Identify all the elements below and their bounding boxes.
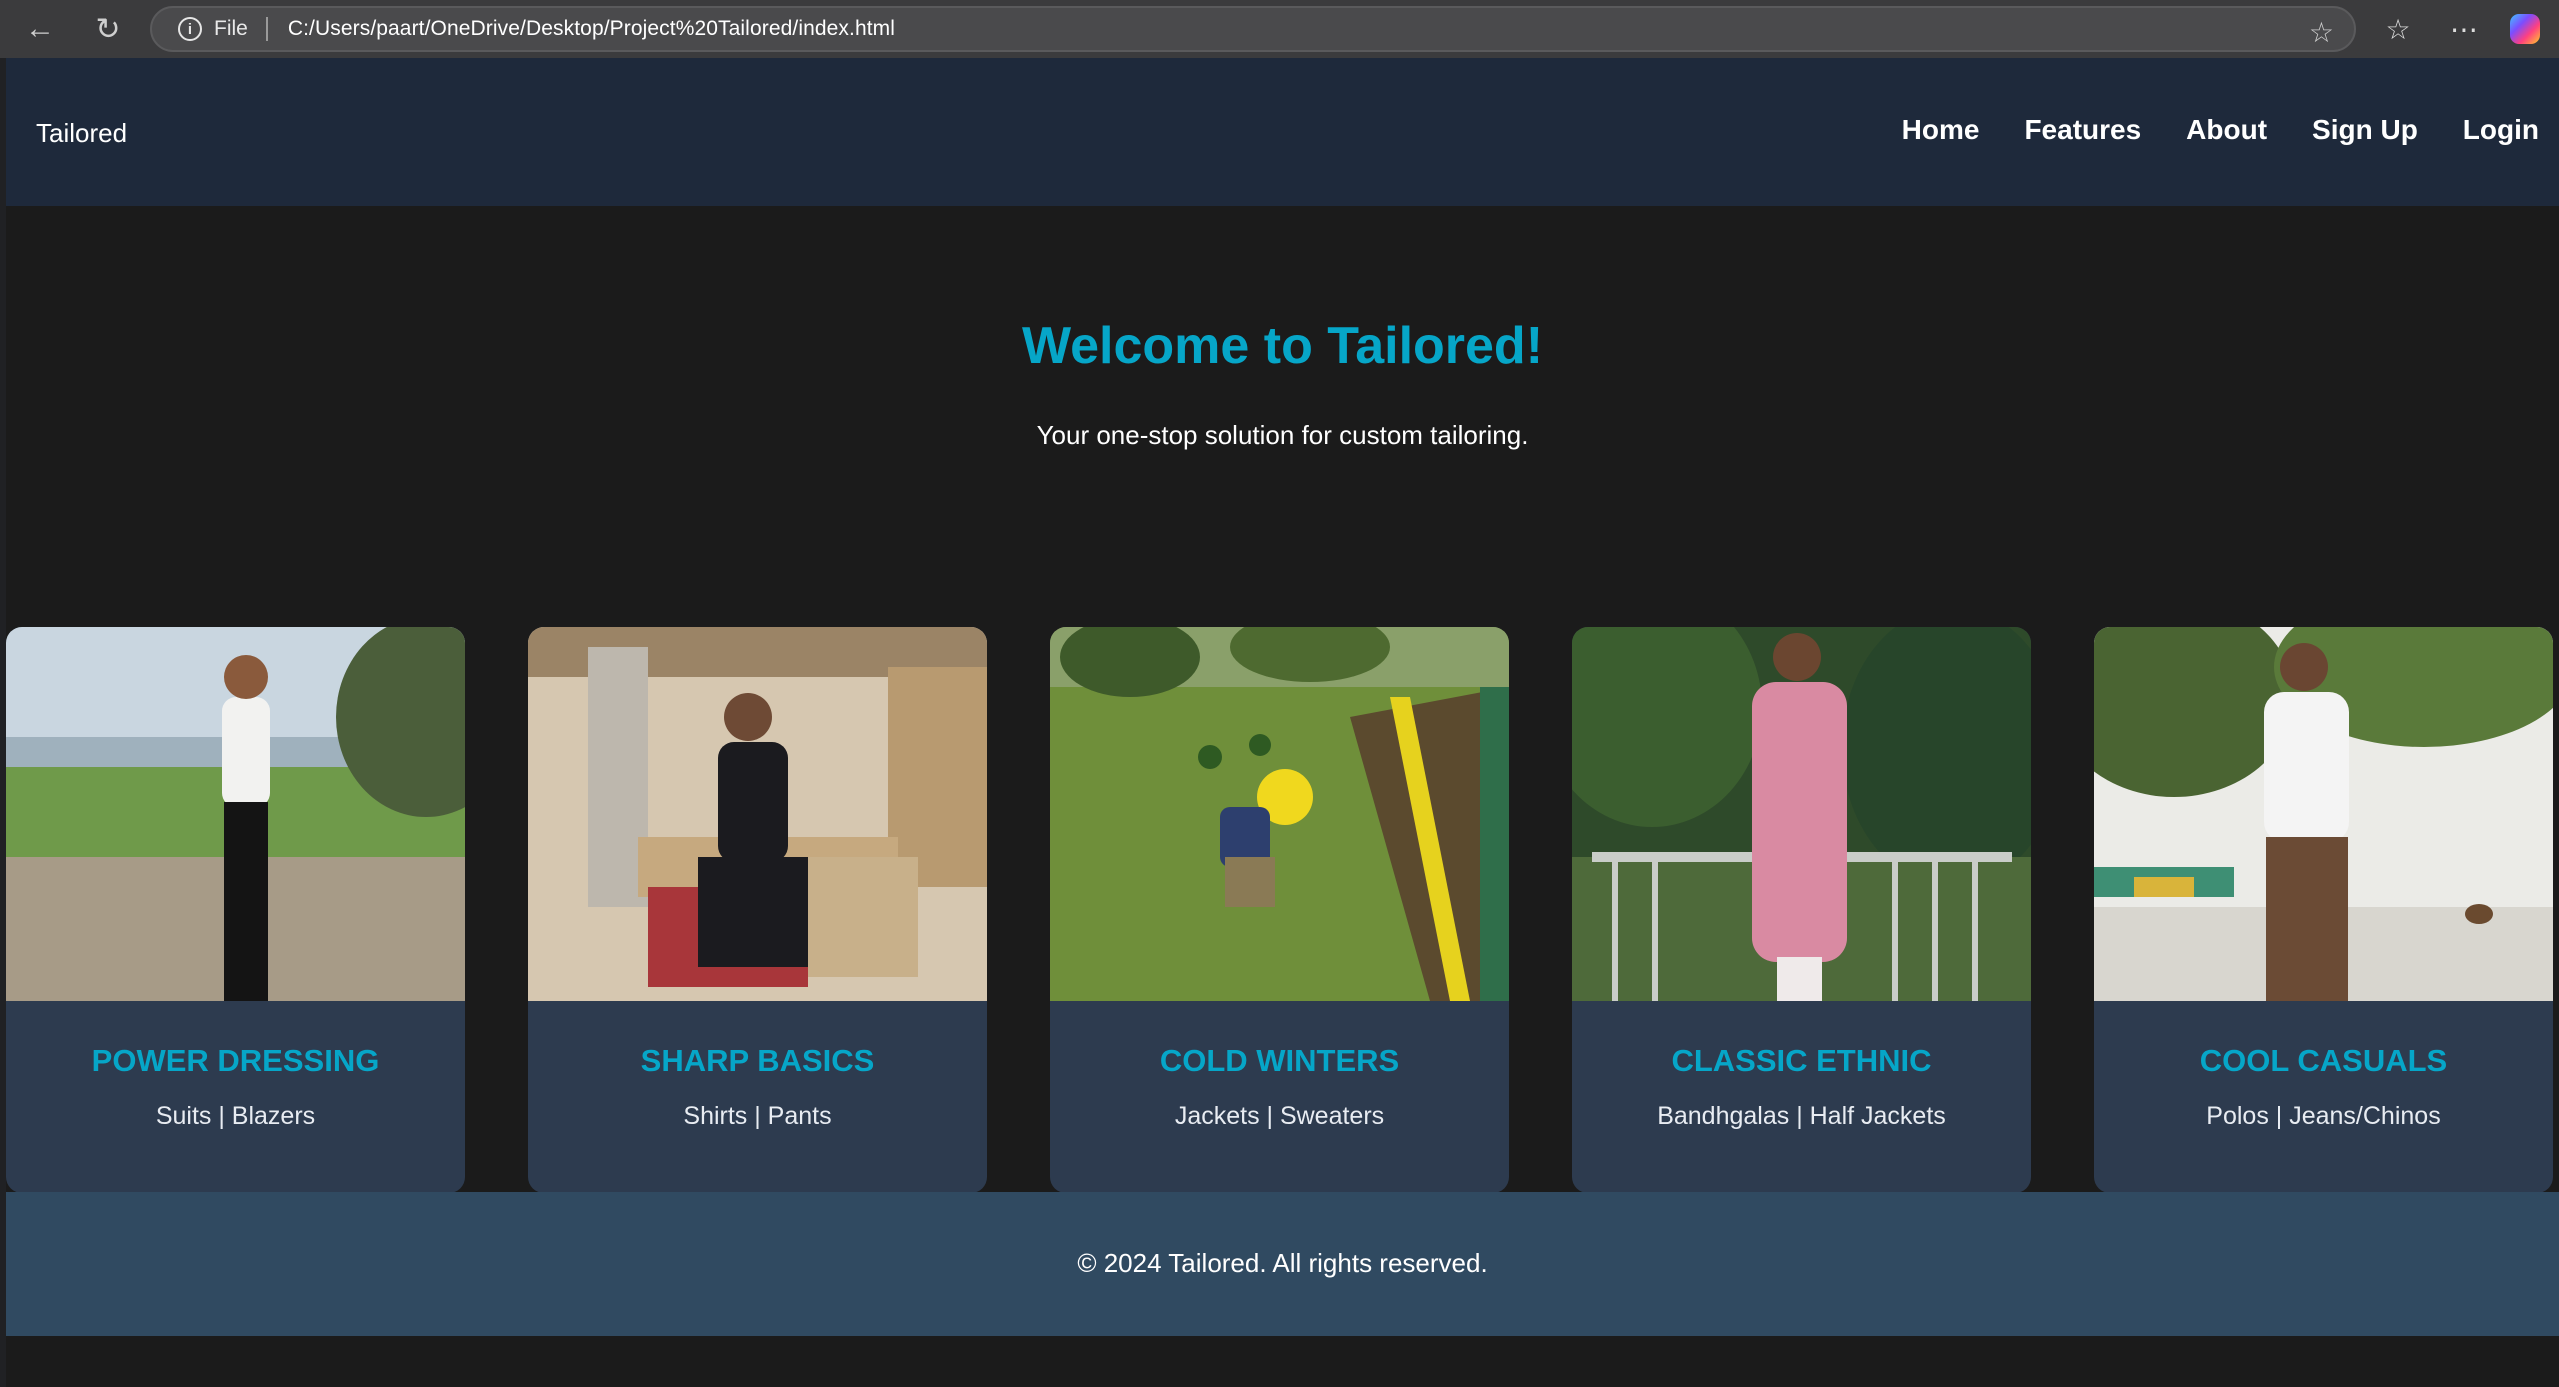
category-cards: POWER DRESSING Suits | Blazers SHARP BAS… [6,627,2559,1193]
category-card[interactable]: POWER DRESSING Suits | Blazers [6,627,465,1193]
card-photo [528,627,987,1001]
info-icon[interactable]: i [178,17,202,41]
card-photo [2094,627,2553,1001]
address-bar[interactable]: i File C:/Users/paart/OneDrive/Desktop/P… [150,6,2356,52]
hero-subtitle: Your one-stop solution for custom tailor… [1036,420,1529,450]
card-title: COOL CASUALS [2199,1043,2448,1078]
card-photo [6,627,465,1001]
nav-link-login[interactable]: Login [2463,114,2539,146]
card-title: POWER DRESSING [91,1043,380,1078]
card-title: CLASSIC ETHNIC [1671,1043,1932,1078]
card-title: COLD WINTERS [1159,1043,1400,1078]
address-separator [265,17,268,41]
card-subtitle: Shirts | Pants [683,1102,832,1130]
site-footer: © 2024 Tailored. All rights reserved. [6,1192,2559,1336]
favorite-star-icon[interactable]: ☆ [2309,16,2334,49]
copilot-icon[interactable] [2510,14,2540,44]
nav-link-sign-up[interactable]: Sign Up [2312,114,2418,146]
site-header: Tailored Home Features About Sign Up Log… [6,58,2559,206]
card-photo [1050,627,1509,1001]
favorites-icon[interactable]: ☆ [2378,10,2418,48]
hero-title: Welcome to Tailored! [1021,317,1544,375]
nav-link-home[interactable]: Home [1902,114,1980,146]
refresh-icon[interactable]: ↻ [88,10,128,48]
card-subtitle: Polos | Jeans/Chinos [2206,1102,2441,1130]
back-icon[interactable]: ← [20,10,60,48]
card-photo [1572,627,2031,1001]
main-nav: Home Features About Sign Up Login [1902,114,2539,146]
site-brand[interactable]: Tailored [36,118,127,149]
browser-toolbar: ← ↻ i File C:/Users/paart/OneDrive/Deskt… [0,0,2559,58]
category-card[interactable]: SHARP BASICS Shirts | Pants [528,627,987,1193]
page: Tailored Home Features About Sign Up Log… [6,58,2559,1387]
category-card[interactable]: CLASSIC ETHNIC Bandhgalas | Half Jackets [1572,627,2031,1193]
footer-copyright: © 2024 Tailored. All rights reserved. [1077,1248,1488,1278]
file-label: File [214,17,248,40]
card-subtitle: Bandhgalas | Half Jackets [1657,1102,1946,1130]
card-subtitle: Suits | Blazers [155,1102,316,1130]
card-subtitle: Jackets | Sweaters [1174,1102,1385,1130]
url-text[interactable]: C:/Users/paart/OneDrive/Desktop/Project%… [288,17,895,41]
more-options-icon[interactable]: ⋯ [2444,10,2484,48]
nav-link-features[interactable]: Features [2024,114,2141,146]
card-title: SHARP BASICS [640,1043,875,1078]
category-card[interactable]: COOL CASUALS Polos | Jeans/Chinos [2094,627,2553,1193]
page-bottom-strip [6,1336,2559,1387]
category-card[interactable]: COLD WINTERS Jackets | Sweaters [1050,627,1509,1193]
hero-section: Welcome to Tailored! Your one-stop solut… [6,206,2559,686]
nav-link-about[interactable]: About [2186,114,2267,146]
